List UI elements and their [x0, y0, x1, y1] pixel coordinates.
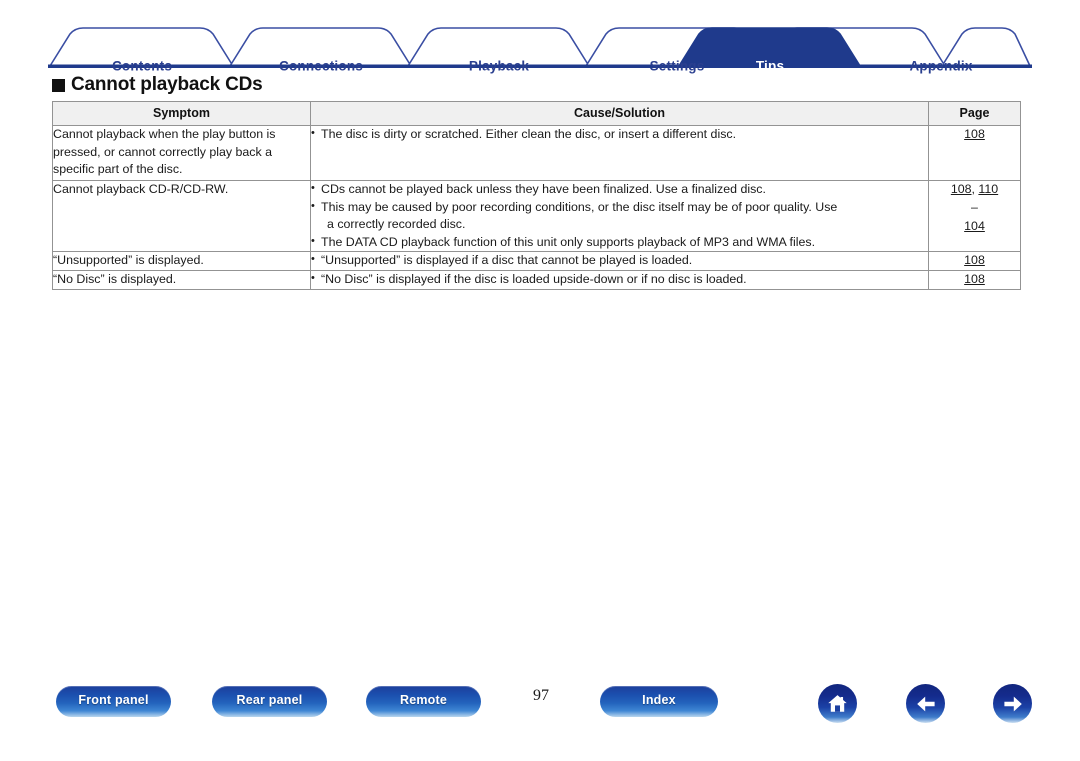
tab-playback[interactable]: Playback	[469, 59, 529, 74]
tab-tips[interactable]: Tips	[756, 59, 784, 74]
next-button[interactable]	[993, 684, 1032, 723]
table-row: Cannot playback when the play button is …	[52, 125, 1021, 181]
page-link[interactable]: 104	[964, 219, 985, 233]
tab-bar-shapes	[48, 27, 1032, 68]
cause-bullet: The disc is dirty or scratched. Either c…	[311, 126, 928, 144]
remote-button[interactable]: Remote	[366, 686, 481, 717]
index-label: Index	[642, 692, 676, 707]
symptom-cell: Cannot playback when the play button is …	[52, 125, 311, 181]
page-link[interactable]: 108	[951, 182, 972, 196]
arrow-left-icon	[914, 692, 938, 716]
page-link[interactable]: 110	[978, 182, 998, 196]
page-cell: 108	[928, 251, 1021, 272]
cause-bullet: “Unsupported” is displayed if a disc tha…	[311, 252, 928, 270]
page-link[interactable]: 108	[964, 253, 985, 267]
tab-connections[interactable]: Connections	[279, 59, 363, 74]
table-row: Cannot playback CD-R/CD-RW. CDs cannot b…	[52, 179, 1021, 253]
index-button[interactable]: Index	[600, 686, 718, 717]
page-cell: 108, 110 – 104	[928, 179, 1021, 253]
remote-label: Remote	[399, 692, 448, 707]
cause-bullet: “No Disc” is displayed if the disc is lo…	[311, 271, 928, 289]
cause-bullet: The DATA CD playback function of this un…	[311, 234, 928, 252]
page-cell: 108	[928, 270, 1021, 290]
page-none: –	[971, 199, 978, 214]
front-panel-label: Front panel	[78, 692, 149, 707]
home-icon	[826, 692, 849, 715]
tab-appendix[interactable]: Appendix	[909, 59, 972, 74]
tab-bar-rule	[48, 64, 1032, 68]
tab-contents[interactable]: Contents	[112, 59, 172, 74]
page-number: 97	[533, 687, 549, 704]
col-header-cause: Cause/Solution	[310, 101, 929, 126]
table-row: “No Disc” is displayed. “No Disc” is dis…	[52, 270, 1021, 290]
cause-cell: CDs cannot be played back unless they ha…	[310, 179, 929, 253]
table-row: “Unsupported” is displayed. “Unsupported…	[52, 251, 1021, 272]
back-button[interactable]	[906, 684, 945, 723]
cause-continuation: a correctly recorded disc.	[327, 217, 466, 232]
troubleshooting-table: Symptom Cause/Solution Page Cannot playb…	[52, 101, 1021, 290]
rear-panel-label: Rear panel	[236, 692, 303, 707]
page-title-text: Cannot playback CDs	[71, 74, 263, 95]
col-header-symptom: Symptom	[52, 101, 311, 126]
symptom-cell: “No Disc” is displayed.	[52, 270, 311, 290]
home-button[interactable]	[818, 684, 857, 723]
rear-panel-button[interactable]: Rear panel	[212, 686, 327, 717]
page-title: Cannot playback CDs	[52, 74, 263, 96]
symptom-cell: “Unsupported” is displayed.	[52, 251, 311, 272]
col-header-page: Page	[928, 101, 1021, 126]
bullet-square-icon	[52, 78, 65, 92]
cause-bullet: CDs cannot be played back unless they ha…	[311, 181, 928, 199]
page-link[interactable]: 108	[964, 127, 985, 141]
table-header-row: Symptom Cause/Solution Page	[52, 101, 1021, 126]
page-cell: 108	[928, 125, 1021, 181]
cause-cell: “No Disc” is displayed if the disc is lo…	[310, 270, 929, 290]
cause-cell: “Unsupported” is displayed if a disc tha…	[310, 251, 929, 272]
cause-cell: The disc is dirty or scratched. Either c…	[310, 125, 929, 181]
arrow-right-icon	[1001, 692, 1025, 716]
page-link-group: 108, 110	[950, 182, 999, 196]
symptom-cell: Cannot playback CD-R/CD-RW.	[52, 179, 311, 253]
tab-bar: Contents Connections Playback Settings T…	[48, 26, 1032, 74]
front-panel-button[interactable]: Front panel	[56, 686, 171, 717]
footer-nav: Front panel Rear panel Remote 97 Index	[0, 684, 1080, 734]
tab-settings[interactable]: Settings	[650, 59, 705, 74]
cause-bullet: This may be caused by poor recording con…	[311, 199, 928, 217]
page-link[interactable]: 108	[964, 272, 985, 286]
